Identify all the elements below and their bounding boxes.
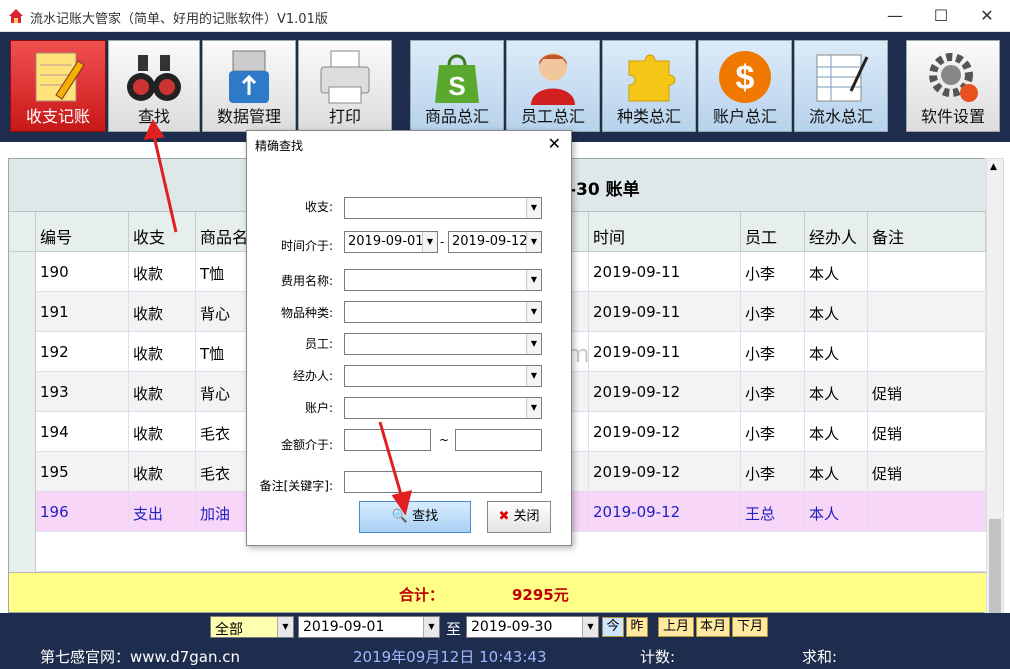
arrow-icon — [143, 118, 413, 516]
annotation-arrows — [143, 118, 413, 516]
